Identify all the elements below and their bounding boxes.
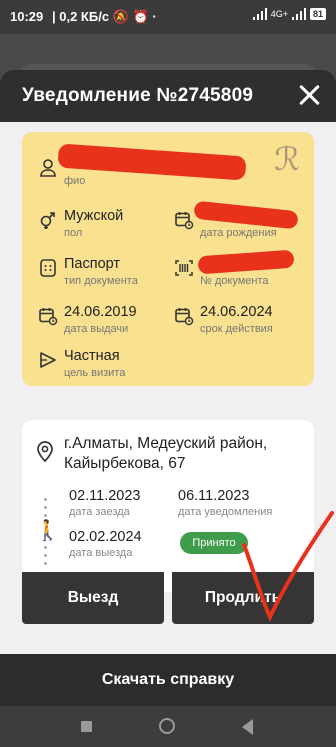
notify-value: 06.11.2023 [178,488,250,504]
checkin-value: 02.11.2023 [69,488,141,504]
document-icon [40,259,56,277]
redaction-name [57,143,247,181]
name-label: фио [64,175,86,187]
purpose-label: цель визита [64,367,126,379]
recents-icon[interactable] [81,721,92,732]
notify-date: 06.11.2023 дата уведомления [178,488,272,518]
redaction-birth [193,200,299,230]
status-time: 10:29 [10,9,44,24]
address-text: г.Алматы, Медеуский район, Кайырбекова, … [64,435,268,472]
back-icon[interactable] [242,719,253,735]
signal-icon-2 [291,8,306,20]
sheet-body: ℛ фио Мужской пол 55 дата рождения Паспо… [0,122,336,654]
emblem-icon: ℛ [274,140,300,178]
barcode-icon [175,260,193,276]
download-certificate-button[interactable]: Скачать справку [0,654,336,706]
checkout-value: 02.02.2024 [69,529,142,545]
user-icon [40,159,56,177]
signal-icon [252,8,267,20]
dot-icon: · [152,9,157,24]
issue-date-value: 24.06.2019 [64,304,137,320]
person-card: ℛ фио Мужской пол 55 дата рождения Паспо… [22,132,314,386]
home-icon[interactable] [159,718,175,734]
checkout-label: дата выезда [69,547,133,559]
doc-type-value: Паспорт [64,256,121,272]
mute-icon: 🔕 [112,9,129,24]
checkout-date: 02.02.2024 дата выезда [69,529,142,559]
gender-value: Мужской [64,208,124,224]
issue-date-label: дата выдачи [64,323,129,335]
status-badge: Принято [180,532,248,554]
status-bar: 10:29 | 0,2 КБ/с 🔕 ⏰ · 4G+ 81 [0,0,336,34]
expiry-date-value: 24.06.2024 [200,304,273,320]
gender-label: пол [64,227,83,239]
status-right-icons: 4G+ 81 [252,8,326,20]
battery-icon: 81 [309,8,326,20]
close-icon[interactable] [296,82,322,108]
checkin-label: дата заезда [69,506,130,518]
sheet-title: Уведомление №2745809 [22,85,254,106]
sheet-header: Уведомление №2745809 [0,70,336,122]
alarm-icon: ⏰ [132,9,149,24]
exit-button[interactable]: Выезд [22,572,164,624]
redaction-doc-number [197,249,295,275]
doc-type-label: тип документа [64,275,138,287]
calendar-icon [39,308,58,326]
purpose-value: Частная [64,348,120,364]
stay-card: г.Алматы, Медеуский район, Кайырбекова, … [22,420,314,592]
gender-icon [40,212,55,229]
expiry-date-label: срок действия [200,323,273,335]
location-pin-icon [37,441,53,462]
status-network-speed: | 0,2 КБ/с 🔕 ⏰ · [52,9,157,24]
extend-button[interactable]: Продлить [172,572,314,624]
send-icon [40,352,56,368]
calendar-icon [175,212,194,230]
android-nav-bar [0,706,336,747]
notify-label: дата уведомления [178,506,273,518]
calendar-icon [175,308,194,326]
walking-person-icon: 🚶 [35,520,60,542]
checkin-date: 02.11.2023 дата заезда [69,488,141,518]
birth-label: дата рождения [200,227,277,239]
network-type-label: 4G+ [270,9,288,19]
doc-number-label: № документа [200,275,269,287]
